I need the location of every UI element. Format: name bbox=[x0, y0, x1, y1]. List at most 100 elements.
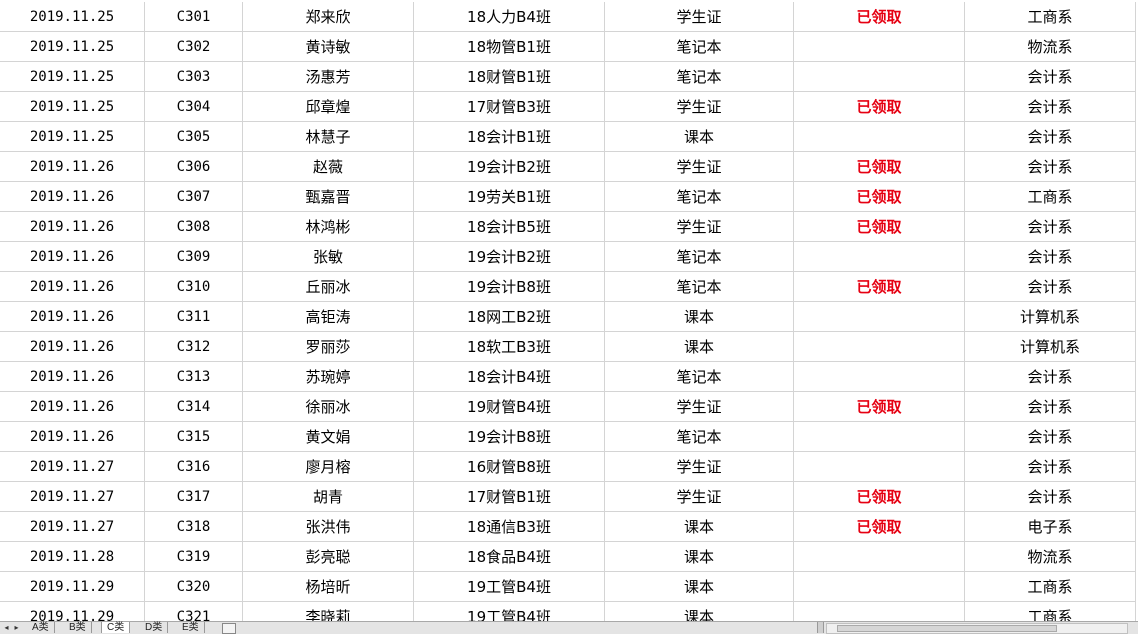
cell-item[interactable]: 笔记本 bbox=[605, 362, 794, 392]
cell-name[interactable]: 苏琬婷 bbox=[243, 362, 414, 392]
cell-dept[interactable]: 会计系 bbox=[965, 392, 1136, 422]
cell-name[interactable]: 胡青 bbox=[243, 482, 414, 512]
cell-status[interactable]: 已领取 bbox=[794, 392, 965, 422]
cell-code[interactable]: C302 bbox=[145, 32, 243, 62]
cell-status[interactable] bbox=[794, 362, 965, 392]
cell-class[interactable]: 19工管B4班 bbox=[414, 602, 605, 621]
cell-class[interactable]: 18会计B5班 bbox=[414, 212, 605, 242]
cell-status[interactable]: 已领取 bbox=[794, 482, 965, 512]
cell-status[interactable] bbox=[794, 302, 965, 332]
cell-status[interactable] bbox=[794, 242, 965, 272]
cell-code[interactable]: C304 bbox=[145, 92, 243, 122]
cell-date[interactable]: 2019.11.26 bbox=[0, 362, 145, 392]
next-sheet-nav-icon[interactable]: ▸ bbox=[12, 623, 21, 633]
cell-code[interactable]: C320 bbox=[145, 572, 243, 602]
cell-date[interactable]: 2019.11.26 bbox=[0, 272, 145, 302]
cell-class[interactable]: 18物管B1班 bbox=[414, 32, 605, 62]
cell-class[interactable]: 18网工B2班 bbox=[414, 302, 605, 332]
cell-date[interactable]: 2019.11.27 bbox=[0, 482, 145, 512]
cell-item[interactable]: 学生证 bbox=[605, 152, 794, 182]
cell-date[interactable]: 2019.11.26 bbox=[0, 302, 145, 332]
cell-code[interactable]: C301 bbox=[145, 2, 243, 32]
cell-status[interactable]: 已领取 bbox=[794, 212, 965, 242]
horizontal-scrollbar[interactable] bbox=[826, 623, 1128, 634]
cell-class[interactable]: 17财管B3班 bbox=[414, 92, 605, 122]
cell-class[interactable]: 19财管B4班 bbox=[414, 392, 605, 422]
cell-item[interactable]: 学生证 bbox=[605, 2, 794, 32]
cell-status[interactable] bbox=[794, 602, 965, 621]
cell-status[interactable] bbox=[794, 572, 965, 602]
cell-code[interactable]: C306 bbox=[145, 152, 243, 182]
cell-dept[interactable]: 会计系 bbox=[965, 362, 1136, 392]
cell-dept[interactable]: 电子系 bbox=[965, 512, 1136, 542]
cell-name[interactable]: 李晓莉 bbox=[243, 602, 414, 621]
cell-code[interactable]: C309 bbox=[145, 242, 243, 272]
cell-code[interactable]: C315 bbox=[145, 422, 243, 452]
cell-date[interactable]: 2019.11.29 bbox=[0, 572, 145, 602]
cell-code[interactable]: C311 bbox=[145, 302, 243, 332]
cell-dept[interactable]: 工商系 bbox=[965, 572, 1136, 602]
cell-class[interactable]: 19工管B4班 bbox=[414, 572, 605, 602]
first-sheet-nav-icon[interactable]: ◂ bbox=[2, 623, 11, 633]
cell-date[interactable]: 2019.11.25 bbox=[0, 62, 145, 92]
cell-date[interactable]: 2019.11.29 bbox=[0, 602, 145, 621]
cell-name[interactable]: 赵薇 bbox=[243, 152, 414, 182]
tab-splitter-handle[interactable] bbox=[817, 622, 824, 633]
cell-date[interactable]: 2019.11.25 bbox=[0, 2, 145, 32]
cell-class[interactable]: 18通信B3班 bbox=[414, 512, 605, 542]
cell-item[interactable]: 课本 bbox=[605, 122, 794, 152]
cell-date[interactable]: 2019.11.26 bbox=[0, 182, 145, 212]
cell-code[interactable]: C317 bbox=[145, 482, 243, 512]
cell-item[interactable]: 课本 bbox=[605, 302, 794, 332]
cell-item[interactable]: 学生证 bbox=[605, 392, 794, 422]
tab-a[interactable]: A类 bbox=[27, 622, 55, 633]
cell-class[interactable]: 18人力B4班 bbox=[414, 2, 605, 32]
cell-name[interactable]: 郑来欣 bbox=[243, 2, 414, 32]
cell-class[interactable]: 18会计B1班 bbox=[414, 122, 605, 152]
cell-item[interactable]: 课本 bbox=[605, 542, 794, 572]
cell-code[interactable]: C308 bbox=[145, 212, 243, 242]
cell-date[interactable]: 2019.11.25 bbox=[0, 92, 145, 122]
cell-dept[interactable]: 物流系 bbox=[965, 32, 1136, 62]
cell-class[interactable]: 19劳关B1班 bbox=[414, 182, 605, 212]
cell-code[interactable]: C321 bbox=[145, 602, 243, 621]
cell-code[interactable]: C318 bbox=[145, 512, 243, 542]
cell-dept[interactable]: 会计系 bbox=[965, 212, 1136, 242]
cell-item[interactable]: 笔记本 bbox=[605, 62, 794, 92]
cell-class[interactable]: 19会计B8班 bbox=[414, 272, 605, 302]
cell-code[interactable]: C305 bbox=[145, 122, 243, 152]
cell-date[interactable]: 2019.11.25 bbox=[0, 32, 145, 62]
cell-name[interactable]: 黄文娟 bbox=[243, 422, 414, 452]
cell-name[interactable]: 甄嘉晋 bbox=[243, 182, 414, 212]
cell-item[interactable]: 笔记本 bbox=[605, 272, 794, 302]
cell-dept[interactable]: 工商系 bbox=[965, 2, 1136, 32]
cell-item[interactable]: 课本 bbox=[605, 572, 794, 602]
cell-date[interactable]: 2019.11.28 bbox=[0, 542, 145, 572]
cell-item[interactable]: 课本 bbox=[605, 332, 794, 362]
cell-class[interactable]: 17财管B1班 bbox=[414, 482, 605, 512]
cell-dept[interactable]: 工商系 bbox=[965, 602, 1136, 621]
cell-status[interactable] bbox=[794, 452, 965, 482]
cell-class[interactable]: 19会计B2班 bbox=[414, 152, 605, 182]
cell-item[interactable]: 课本 bbox=[605, 512, 794, 542]
cell-class[interactable]: 19会计B8班 bbox=[414, 422, 605, 452]
cell-dept[interactable]: 会计系 bbox=[965, 92, 1136, 122]
cell-name[interactable]: 林慧子 bbox=[243, 122, 414, 152]
tab-c[interactable]: C类 bbox=[101, 622, 131, 633]
tab-e[interactable]: E类 bbox=[177, 622, 205, 633]
cell-item[interactable]: 笔记本 bbox=[605, 182, 794, 212]
cell-dept[interactable]: 会计系 bbox=[965, 122, 1136, 152]
cell-item[interactable]: 学生证 bbox=[605, 452, 794, 482]
cell-status[interactable]: 已领取 bbox=[794, 182, 965, 212]
cell-name[interactable]: 徐丽冰 bbox=[243, 392, 414, 422]
cell-item[interactable]: 学生证 bbox=[605, 482, 794, 512]
cell-status[interactable] bbox=[794, 542, 965, 572]
cell-code[interactable]: C310 bbox=[145, 272, 243, 302]
cell-code[interactable]: C303 bbox=[145, 62, 243, 92]
cell-name[interactable]: 黄诗敏 bbox=[243, 32, 414, 62]
cell-name[interactable]: 张洪伟 bbox=[243, 512, 414, 542]
cell-dept[interactable]: 工商系 bbox=[965, 182, 1136, 212]
cell-code[interactable]: C319 bbox=[145, 542, 243, 572]
cell-date[interactable]: 2019.11.26 bbox=[0, 212, 145, 242]
cell-name[interactable]: 罗丽莎 bbox=[243, 332, 414, 362]
